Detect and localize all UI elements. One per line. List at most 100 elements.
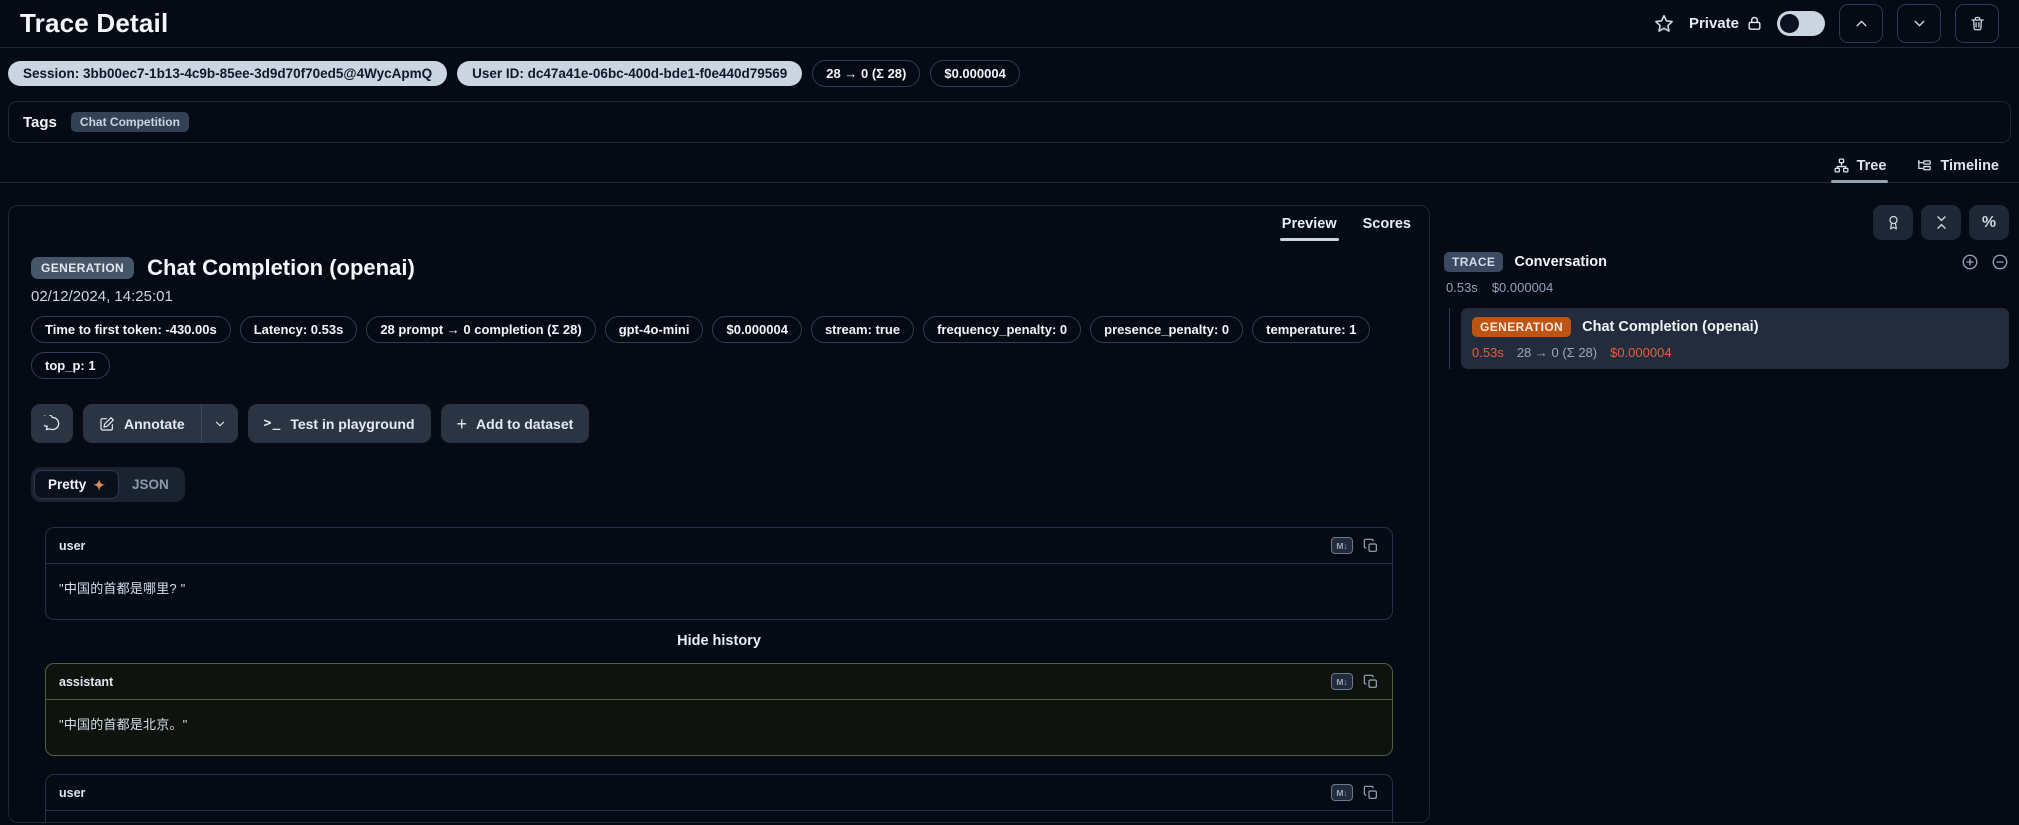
trace-id-row: Session: 3bb00ec7-1b13-4c9b-85ee-3d9d70f…: [0, 48, 2019, 91]
tags-label: Tags: [23, 114, 57, 131]
message-header: user M↓: [46, 528, 1392, 564]
metric-pill: top_p: 1: [31, 352, 110, 379]
circle-plus-icon: [1961, 253, 1979, 271]
generation-tokens: 28 → 0 (Σ 28): [1517, 345, 1597, 360]
message-tools: M↓: [1331, 537, 1379, 554]
pretty-label: Pretty: [48, 477, 86, 492]
lock-icon: [1746, 15, 1763, 32]
playground-label: Test in playground: [290, 416, 414, 432]
timeline-icon: [1916, 157, 1933, 174]
user-id-badge[interactable]: User ID: dc47a41e-06bc-400d-bde1-f0e440d…: [457, 61, 802, 86]
tag-chat-competition[interactable]: Chat Competition: [71, 112, 189, 132]
metric-pill: presence_penalty: 0: [1090, 316, 1243, 343]
markdown-toggle-icon[interactable]: M↓: [1331, 537, 1353, 554]
award-icon: [1885, 214, 1902, 231]
trace-metrics: 0.53s $0.000004: [1444, 280, 2009, 295]
copy-icon[interactable]: [1363, 538, 1379, 554]
show-scores-button[interactable]: [1873, 205, 1913, 240]
format-pretty-button[interactable]: Pretty ✦: [34, 470, 119, 499]
previous-trace-button[interactable]: [1839, 4, 1883, 43]
bookmark-star-button[interactable]: [1653, 13, 1675, 35]
copy-icon[interactable]: [1363, 674, 1379, 690]
delete-trace-button[interactable]: [1955, 4, 1999, 43]
test-in-playground-button[interactable]: >_ Test in playground: [248, 404, 431, 443]
tab-tree-label: Tree: [1857, 158, 1887, 174]
private-label: Private: [1689, 15, 1739, 32]
copy-icon[interactable]: [1363, 785, 1379, 801]
message-role: user: [59, 786, 85, 800]
metric-pill: stream: true: [811, 316, 914, 343]
collapse-node-button[interactable]: [1991, 253, 2009, 271]
comments-button[interactable]: [31, 404, 73, 443]
message-content: "中国的首都是北京。": [46, 700, 1392, 755]
tree-node-trace[interactable]: TRACE Conversation: [1444, 252, 2009, 272]
tab-timeline[interactable]: Timeline: [1914, 153, 2001, 182]
annotate-button[interactable]: Annotate: [83, 404, 201, 443]
observation-detail-card: Preview Scores GENERATION Chat Completio…: [8, 205, 1430, 823]
metric-pill: gpt-4o-mini: [605, 316, 704, 343]
observation-timestamp: 02/12/2024, 14:25:01: [31, 288, 1407, 305]
tree-children: GENERATION Chat Completion (openai) 0.53…: [1449, 308, 2009, 369]
cost-badge: $0.000004: [930, 60, 1019, 87]
observation-header: GENERATION Chat Completion (openai): [31, 255, 1407, 281]
trash-icon: [1969, 15, 1986, 32]
message-tools: M↓: [1331, 673, 1379, 690]
message-block-assistant: assistant M↓ "中国的首都是北京。": [45, 663, 1393, 756]
token-usage-badge: 28 → 0 (Σ 28): [812, 60, 920, 87]
plus-icon: +: [457, 415, 468, 433]
metric-pill: $0.000004: [712, 316, 801, 343]
generation-cost: $0.000004: [1610, 345, 1671, 360]
metric-pill: Latency: 0.53s: [240, 316, 358, 343]
message-header: user M↓: [46, 775, 1392, 811]
message-tools: M↓: [1331, 784, 1379, 801]
sparkles-icon: ✦: [93, 478, 105, 492]
main-content: Preview Scores GENERATION Chat Completio…: [0, 205, 2019, 823]
toggle-knob: [1780, 14, 1799, 33]
format-json-button[interactable]: JSON: [119, 471, 182, 498]
observation-body: GENERATION Chat Completion (openai) 02/1…: [9, 241, 1429, 823]
percent-icon: %: [1982, 214, 1996, 232]
tree-icon: [1833, 157, 1850, 174]
header-controls: Private: [1653, 4, 1999, 43]
message-block-user-2: user M↓ "谢谢": [45, 774, 1393, 823]
public-sharing-toggle[interactable]: [1777, 11, 1825, 36]
generation-latency: 0.53s: [1472, 345, 1504, 360]
message-role: user: [59, 539, 85, 553]
session-badge[interactable]: Session: 3bb00ec7-1b13-4c9b-85ee-3d9d70f…: [8, 61, 447, 86]
expand-node-button[interactable]: [1961, 253, 1979, 271]
tab-tree[interactable]: Tree: [1831, 153, 1889, 182]
metric-pill: Time to first token: -430.00s: [31, 316, 231, 343]
terminal-icon: >_: [264, 416, 282, 431]
next-trace-button[interactable]: [1897, 4, 1941, 43]
chevron-up-icon: [1853, 15, 1870, 32]
trace-title: Conversation: [1514, 254, 1607, 270]
hide-history-button[interactable]: Hide history: [45, 633, 1393, 649]
add-to-dataset-button[interactable]: + Add to dataset: [441, 404, 590, 443]
show-percent-button[interactable]: %: [1969, 205, 2009, 240]
tab-preview[interactable]: Preview: [1280, 213, 1339, 241]
message-content: "谢谢": [46, 811, 1392, 823]
message-block-user-1: user M↓ "中国的首都是哪里? ": [45, 527, 1393, 620]
annotate-label: Annotate: [124, 416, 185, 432]
generation-type-badge: GENERATION: [31, 257, 134, 279]
markdown-toggle-icon[interactable]: M↓: [1331, 784, 1353, 801]
tree-node-generation[interactable]: GENERATION Chat Completion (openai) 0.53…: [1461, 308, 2009, 369]
actions-row: Annotate >_ Test in playground + Add to: [31, 404, 1407, 443]
metric-pill: 28 prompt → 0 completion (Σ 28): [366, 316, 595, 343]
tags-box: Tags Chat Competition: [8, 101, 2011, 143]
page-header: Trace Detail Private: [0, 0, 2019, 48]
trace-latency: 0.53s: [1446, 280, 1478, 295]
dataset-label: Add to dataset: [476, 416, 573, 432]
markdown-toggle-icon[interactable]: M↓: [1331, 673, 1353, 690]
annotate-dropdown-button[interactable]: [202, 404, 238, 443]
generation-node-metrics: 0.53s 28 → 0 (Σ 28) $0.000004: [1472, 345, 1998, 360]
message-role: assistant: [59, 675, 113, 689]
collapse-all-button[interactable]: [1921, 205, 1961, 240]
format-toggle: Pretty ✦ JSON: [31, 467, 185, 502]
metrics-row: Time to first token: -430.00s Latency: 0.…: [31, 316, 1407, 379]
trace-node-actions: [1961, 253, 2009, 271]
tab-scores[interactable]: Scores: [1361, 213, 1413, 241]
page-title: Trace Detail: [20, 8, 168, 39]
chevron-down-icon: [213, 417, 227, 431]
message-header: assistant M↓: [46, 664, 1392, 700]
